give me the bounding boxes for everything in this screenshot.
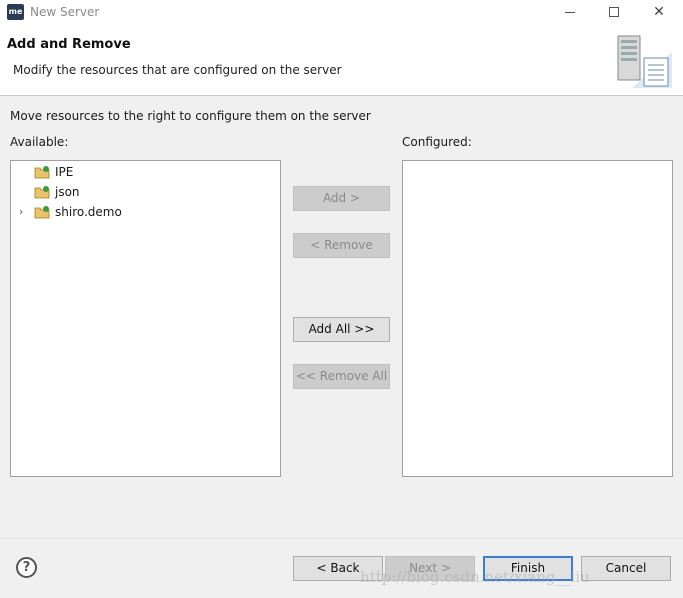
tree-item-label: shiro.demo [55, 205, 122, 219]
configured-list[interactable] [402, 160, 673, 477]
minimize-icon [565, 12, 575, 13]
maximize-button[interactable] [590, 0, 636, 26]
remove-button[interactable]: < Remove [293, 233, 390, 258]
chevron-right-icon[interactable]: › [19, 202, 29, 222]
remove-all-button[interactable]: << Remove All [293, 364, 390, 389]
tree-item-ipe[interactable]: IPE [11, 162, 280, 182]
project-icon [34, 186, 50, 199]
tree-item-shiro-demo[interactable]: › shiro.demo [11, 202, 280, 222]
app-icon: me [7, 4, 24, 20]
maximize-icon [609, 7, 619, 17]
page-description: Modify the resources that are configured… [13, 63, 342, 77]
tree-item-label: json [55, 185, 80, 199]
add-button[interactable]: Add > [293, 186, 390, 211]
project-icon [34, 166, 50, 179]
close-button[interactable]: ✕ [636, 0, 682, 26]
cancel-button[interactable]: Cancel [581, 556, 671, 581]
instruction-text: Move resources to the right to configure… [10, 109, 371, 123]
tree-item-label: IPE [55, 165, 74, 179]
wizard-header: Add and Remove Modify the resources that… [0, 26, 683, 96]
project-icon [34, 206, 50, 219]
tree-item-json[interactable]: json [11, 182, 280, 202]
help-icon[interactable]: ? [16, 557, 37, 578]
window-title: New Server [30, 5, 100, 19]
add-all-button[interactable]: Add All >> [293, 317, 390, 342]
page-title: Add and Remove [7, 37, 131, 52]
title-bar: me New Server ✕ [0, 0, 683, 26]
server-wizard-icon [617, 35, 672, 88]
available-list[interactable]: IPE json › shiro.demo [10, 160, 281, 477]
close-icon: ✕ [653, 4, 665, 20]
watermark: http://blog.csdn.net/xiang__liu [360, 568, 590, 586]
available-label: Available: [10, 135, 69, 149]
minimize-button[interactable] [548, 0, 594, 26]
configured-label: Configured: [402, 135, 472, 149]
footer-divider [0, 538, 683, 539]
